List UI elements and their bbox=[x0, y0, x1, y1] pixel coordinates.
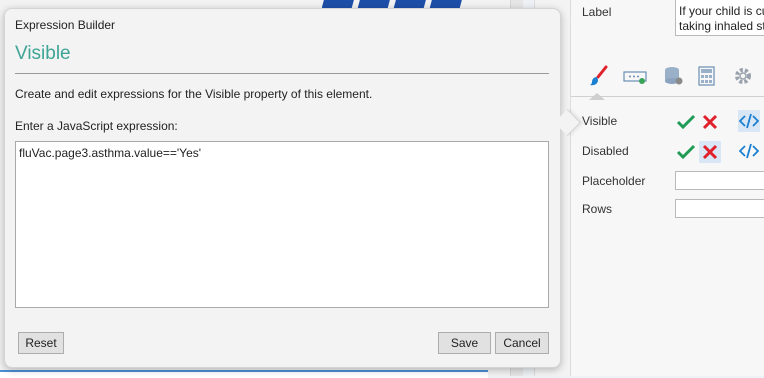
disabled-false-button[interactable] bbox=[699, 141, 721, 163]
tab-calculation[interactable] bbox=[695, 64, 719, 88]
placeholder-property-label: Placeholder bbox=[582, 174, 646, 188]
visible-true-button[interactable] bbox=[675, 111, 697, 133]
tab-data[interactable] bbox=[661, 64, 685, 88]
visible-property-label: Visible bbox=[582, 114, 618, 128]
check-icon bbox=[676, 144, 696, 160]
label-value-line2: taking inhaled st bbox=[679, 19, 764, 33]
code-icon bbox=[739, 113, 759, 129]
cancel-button[interactable]: Cancel bbox=[495, 332, 549, 354]
gear-icon bbox=[735, 68, 751, 84]
property-tabs bbox=[571, 60, 764, 100]
properties-panel: Label If your child is cu taking inhaled… bbox=[570, 0, 764, 376]
tab-settings[interactable] bbox=[731, 64, 755, 88]
dialog-header: Expression Builder bbox=[15, 18, 116, 32]
tab-input[interactable] bbox=[623, 64, 647, 88]
placeholder-input[interactable] bbox=[675, 171, 764, 190]
reset-button[interactable]: Reset bbox=[18, 332, 64, 354]
disabled-expression-button[interactable] bbox=[738, 140, 760, 162]
check-icon bbox=[676, 114, 696, 130]
dialog-title: Visible bbox=[15, 43, 71, 64]
database-icon bbox=[665, 67, 683, 85]
expression-editor[interactable]: fluVac.page3.asthma.value=='Yes' bbox=[15, 141, 549, 308]
label-property-label: Label bbox=[582, 5, 612, 19]
canvas-selected-element[interactable] bbox=[0, 370, 488, 378]
cross-icon bbox=[702, 114, 718, 130]
title-separator bbox=[15, 73, 549, 74]
save-button[interactable]: Save bbox=[438, 332, 491, 354]
code-icon bbox=[739, 143, 759, 159]
rows-property-label: Rows bbox=[582, 202, 613, 216]
dialog-description: Create and edit expressions for the Visi… bbox=[15, 87, 373, 101]
calculator-icon bbox=[698, 66, 715, 86]
tab-appearance[interactable] bbox=[587, 64, 611, 100]
cross-icon bbox=[702, 144, 718, 160]
brush-icon bbox=[590, 65, 608, 86]
disabled-property-label: Disabled bbox=[582, 144, 629, 158]
label-property-input[interactable]: If your child is cu taking inhaled st bbox=[675, 0, 764, 36]
expression-builder-dialog: Expression Builder Visible Create and ed… bbox=[4, 8, 581, 368]
visible-false-button[interactable] bbox=[699, 111, 721, 133]
textbox-icon bbox=[623, 71, 647, 84]
disabled-true-button[interactable] bbox=[675, 141, 697, 163]
expression-prompt: Enter a JavaScript expression: bbox=[15, 119, 178, 133]
visible-expression-button[interactable] bbox=[738, 110, 760, 132]
label-value-line1: If your child is cu bbox=[679, 4, 764, 18]
rows-input[interactable] bbox=[675, 199, 764, 218]
